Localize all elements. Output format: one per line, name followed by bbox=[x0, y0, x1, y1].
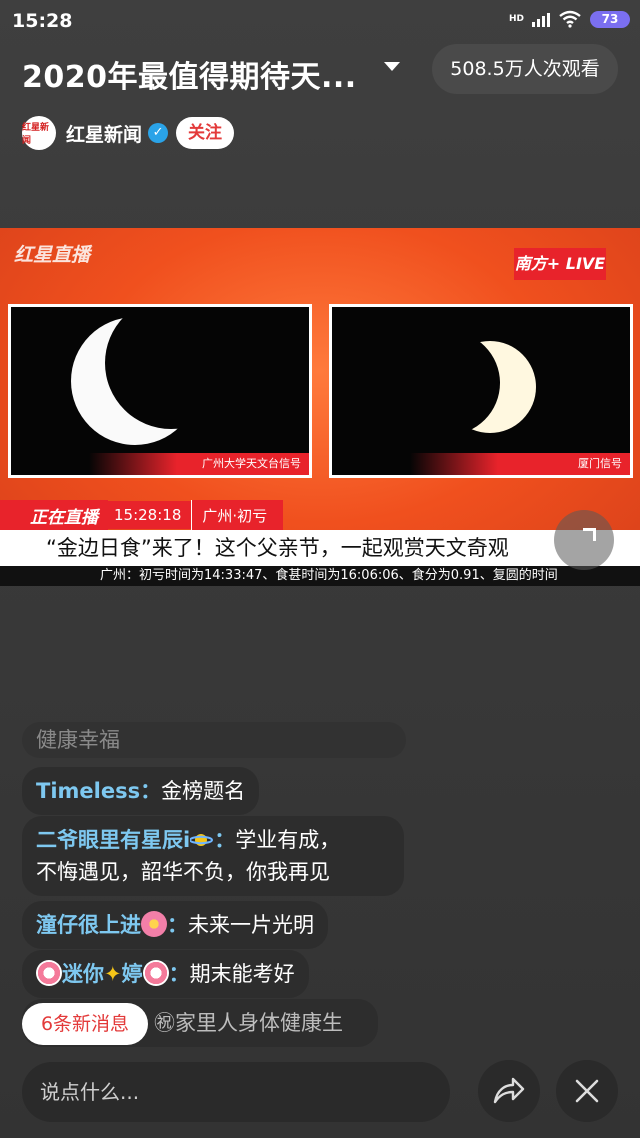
eclipse-feed-left: 广州大学天文台信号 bbox=[8, 304, 312, 478]
author-name[interactable]: 红星新闻 bbox=[66, 120, 142, 147]
chat-username[interactable]: Timeless bbox=[36, 779, 140, 803]
chat-message: Timeless：金榜题名 bbox=[22, 767, 260, 815]
author-row: 红星新闻 红星新闻 ✓ 关注 bbox=[22, 114, 235, 152]
hd-indicator: HD bbox=[508, 13, 524, 24]
eclipse-crescent-image bbox=[444, 341, 536, 433]
chevron-down-icon[interactable] bbox=[384, 62, 400, 71]
lollipop-emoji-icon bbox=[142, 960, 169, 986]
chat-username[interactable]: 迷你 bbox=[62, 962, 104, 986]
brand-logo: 红星直播 bbox=[14, 244, 91, 266]
chat-text: 学业有成， bbox=[235, 828, 341, 852]
share-icon bbox=[493, 1077, 525, 1104]
chat-text: 健康幸福 bbox=[36, 728, 120, 752]
lollipop-emoji-icon bbox=[36, 960, 62, 986]
viewer-count: 508.5万人次观看 bbox=[432, 44, 618, 94]
live-clock: 15:28:18 bbox=[108, 501, 192, 529]
live-location: 广州·初亏 bbox=[191, 499, 284, 531]
signal-icon bbox=[532, 11, 550, 27]
planet-emoji-icon bbox=[189, 834, 214, 846]
live-title[interactable]: 2020年最值得期待天... bbox=[22, 52, 357, 96]
chat-message: 迷你✦婷 ：期末能考好 bbox=[22, 950, 309, 998]
feed-caption: 厦门信号 bbox=[410, 453, 630, 475]
status-bar: 15:28 HD 73 bbox=[0, 0, 640, 44]
chat-text: 期末能考好 bbox=[189, 962, 295, 986]
chat-text-continued: 不悔遇见，韶华不负，你我再见 bbox=[36, 860, 330, 884]
eclipse-crescent-image bbox=[71, 317, 199, 445]
avatar[interactable]: 红星新闻 bbox=[22, 116, 56, 150]
chat-text: ㊗家里人身体健康生 bbox=[154, 1011, 343, 1035]
new-messages-button[interactable]: 6条新消息 bbox=[22, 1003, 148, 1045]
close-icon bbox=[575, 1079, 599, 1103]
fullscreen-icon[interactable] bbox=[554, 510, 614, 570]
chat-username-part[interactable]: 婷 bbox=[122, 962, 143, 986]
eclipse-feed-right: 厦门信号 bbox=[329, 304, 633, 478]
video-player[interactable]: 红星直播 南方+ LIVE 广州大学天文台信号 厦门信号 正在直播 15:28:… bbox=[0, 228, 640, 586]
chat-text: 未来一片光明 bbox=[188, 913, 314, 937]
chat-username[interactable]: 二爷眼里有星辰i bbox=[36, 828, 190, 852]
flower-emoji-icon bbox=[141, 911, 167, 937]
live-badge: 南方+ LIVE bbox=[514, 248, 606, 280]
chat-text: 金榜题名 bbox=[161, 779, 246, 803]
verified-check-icon: ✓ bbox=[148, 123, 169, 143]
status-icons: HD 73 bbox=[509, 10, 630, 28]
share-button[interactable] bbox=[478, 1060, 540, 1122]
follow-button[interactable]: 关注 bbox=[176, 117, 235, 149]
news-ticker: 广州：初亏时间为14:33:47、食甚时间为16:06:06、食分为0.91、复… bbox=[0, 566, 640, 586]
video-headline: “金边日食”来了！这个父亲节，一起观赏天文奇观 bbox=[0, 530, 640, 566]
on-air-label: 正在直播 bbox=[0, 499, 108, 531]
live-info-row: 正在直播 15:28:18 广州·初亏 bbox=[0, 499, 284, 531]
chat-message: 健康幸福 bbox=[22, 722, 406, 758]
wifi-icon bbox=[559, 10, 581, 28]
comment-input[interactable]: 说点什么... bbox=[22, 1062, 450, 1122]
chat-username[interactable]: 潼仔很上进 bbox=[36, 913, 141, 937]
close-button[interactable] bbox=[556, 1060, 618, 1122]
chat-message: 二爷眼里有星辰i ：学业有成， 不悔遇见，韶华不负，你我再见 bbox=[22, 816, 404, 896]
sparkle-emoji-icon: ✦ bbox=[104, 962, 122, 986]
chat-message: 潼仔很上进 ：未来一片光明 bbox=[22, 901, 328, 949]
feed-caption: 广州大学天文台信号 bbox=[89, 453, 309, 475]
battery-indicator: 73 bbox=[590, 10, 630, 28]
status-time: 15:28 bbox=[12, 10, 73, 32]
